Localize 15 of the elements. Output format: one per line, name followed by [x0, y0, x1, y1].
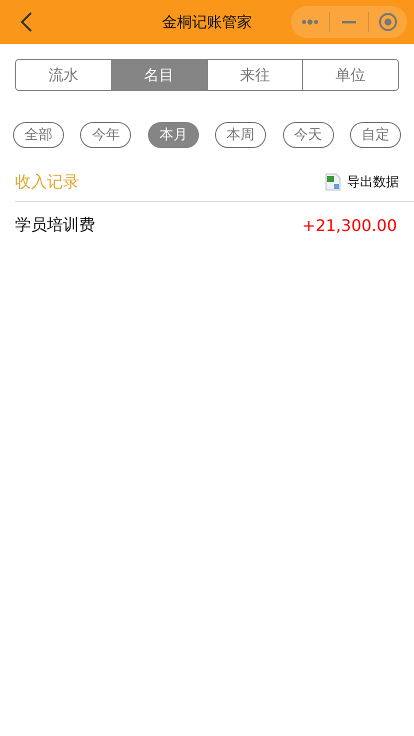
record-amount: +21,300.00	[302, 216, 397, 235]
period-chip[interactable]: 自定	[350, 122, 401, 148]
period-chip[interactable]: 本月	[148, 122, 199, 148]
period-chip[interactable]: 全部	[13, 122, 64, 148]
period-chip[interactable]: 本周	[215, 122, 266, 148]
export-button[interactable]: 导出数据	[325, 173, 399, 191]
spreadsheet-icon	[325, 173, 341, 191]
tab[interactable]: 名目	[110, 60, 206, 90]
period-chip[interactable]: 今天	[282, 122, 334, 148]
nav-title: 金桐记账管家	[162, 12, 252, 30]
section-title: 收入记录	[15, 172, 79, 192]
tab[interactable]: 单位	[302, 60, 398, 90]
back-icon[interactable]	[20, 12, 34, 32]
record-name: 学员培训费	[15, 215, 95, 236]
period-chip[interactable]: 今年	[80, 122, 132, 148]
